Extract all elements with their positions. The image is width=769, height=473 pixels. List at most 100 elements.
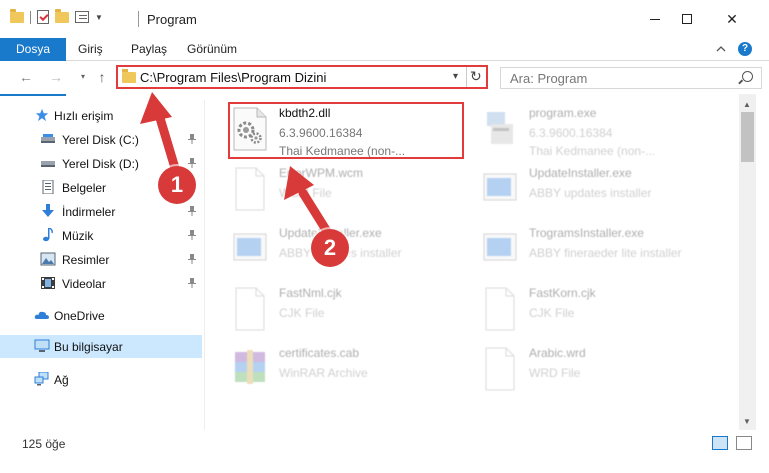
pin-icon[interactable] [188,278,196,288]
sidebar-item-pictures[interactable]: Resimler [0,248,202,271]
file-name: FastNml.cjk [279,286,342,300]
up-arrow-icon[interactable]: ↑ [94,69,110,85]
sidebar-item-this-pc[interactable]: Bu bilgisayar [0,335,202,358]
forward-arrow-icon[interactable]: → [48,69,64,85]
pin-icon[interactable] [188,230,196,240]
file-item-updateinstaller-exe[interactable]: UpdateInstaller.exe ABBY updates install… [481,164,731,222]
large-icons-view-icon[interactable] [736,436,752,450]
sidebar-item-music[interactable]: Müzik [0,224,202,247]
new-folder-icon[interactable] [55,8,69,23]
search-icon[interactable] [742,71,753,82]
sidebar-item-label: Yerel Disk (C:) [62,132,139,147]
title-separator [138,11,139,27]
file-name: program.exe [529,106,597,120]
cloud-icon [34,311,49,319]
file-version: 6.3.9600.16384 [529,126,613,140]
documents-icon [42,180,54,194]
minimize-icon [650,18,660,20]
file-type: WCM File [279,186,332,200]
file-item-fastkorn-cjk[interactable]: FastKorn.cjk CJK File [481,284,731,342]
download-icon [42,204,54,217]
file-item-updateinstaller-exe-2[interactable]: UpdateInstaller.exe ABBY updates install… [231,224,481,282]
search-box[interactable]: Ara: Program [500,67,762,89]
file-name: TrogramsInstaller.exe [529,226,644,240]
help-icon[interactable]: ? [738,42,752,56]
sidebar-item-onedrive[interactable]: OneDrive [0,304,202,327]
file-description: Thai Kedmanee (non-... [529,144,656,158]
sidebar-item-label: Ağ [54,372,69,387]
drive-icon [41,161,55,167]
refresh-icon[interactable]: ↻ [470,68,482,85]
file-type: ABBY fineraeder lite installer [529,246,682,260]
maximize-button[interactable] [664,0,710,38]
maximize-icon [682,14,692,24]
customize-dropdown-icon[interactable]: ▼ [95,13,103,22]
drive-icon [41,134,55,143]
file-item-errorwpm-wcm[interactable]: ErrorWPM.wcm WCM File [231,164,481,222]
generic-file-icon [485,347,515,391]
videos-icon [41,277,55,289]
separator [30,10,31,24]
quick-access-toolbar: ▼ [10,8,103,24]
file-item-certificates-cab[interactable]: certificates.cab WinRAR Archive [231,344,481,402]
address-dropdown-icon[interactable]: ▾ [453,71,458,82]
file-item-program-exe[interactable]: program.exe 6.3.9600.16384 Thai Kedmanee… [481,104,731,162]
address-bar[interactable]: C:\Program Files\Program Dizini ▾ ↻ [116,65,488,89]
ribbon-expand-chevron-icon[interactable] [716,44,726,54]
address-path[interactable]: C:\Program Files\Program Dizini [140,70,326,85]
sidebar-item-local-disk-c[interactable]: Yerel Disk (C:) [0,128,202,151]
folder-icon[interactable] [10,8,24,23]
file-type: WRD File [529,366,581,380]
sidebar-item-label: Müzik [62,228,94,243]
vertical-scrollbar[interactable]: ▲ ▼ [739,94,756,430]
title-bar: ▼ Program ✕ [0,0,769,38]
item-count: 125 öğe [22,437,66,451]
sidebar-item-videos[interactable]: Videolar [0,272,202,295]
archive-icon [235,350,265,384]
tab-share[interactable]: Paylaş [119,38,179,61]
pin-icon[interactable] [188,134,196,144]
sidebar-item-network[interactable]: Ağ [0,368,202,391]
file-type: ABBY updates installer [529,186,652,200]
status-bar: 125 öğe [0,430,769,473]
sidebar-item-label: Bu bilgisayar [54,339,123,354]
pin-icon[interactable] [188,206,196,216]
sidebar-item-label: Yerel Disk (D:) [62,156,139,171]
star-icon [35,108,49,122]
details-view-icon[interactable] [712,436,728,450]
file-item-trogramsinstaller-exe[interactable]: TrogramsInstaller.exe ABBY fineraeder li… [481,224,731,282]
scroll-up-arrow-icon[interactable]: ▲ [743,100,751,109]
step-badge-2: 2 [311,229,349,267]
navigation-bar: ← → ▾ ↑ C:\Program Files\Program Dizini … [0,61,769,94]
file-item-fastnml-cjk[interactable]: FastNml.cjk CJK File [231,284,481,342]
view-options-icon[interactable] [75,11,89,23]
file-name: certificates.cab [279,346,360,360]
pin-icon[interactable] [188,158,196,168]
search-input[interactable]: Ara: Program [510,71,587,86]
navigation-pane: Hızlı erişim Yerel Disk (C:) Yerel Disk … [0,100,205,430]
close-button[interactable]: ✕ [709,0,755,38]
installer-icon [483,173,517,201]
file-name: FastKorn.cjk [529,286,596,300]
pin-icon[interactable] [188,254,196,264]
sidebar-item-label: Videolar [62,276,106,291]
ribbon: Dosya Giriş Paylaş Görünüm ? [0,38,769,96]
installer-icon [233,233,267,261]
step-badge-1: 1 [158,166,196,204]
generic-file-icon [485,287,515,331]
window-title: Program [147,12,197,27]
sidebar-item-quick-access[interactable]: Hızlı erişim [0,104,202,127]
scroll-down-arrow-icon[interactable]: ▼ [743,417,751,426]
scrollbar-thumb[interactable] [741,112,754,162]
back-arrow-icon[interactable]: ← [18,69,34,85]
tab-view[interactable]: Görünüm [175,38,249,61]
recent-locations-dropdown-icon[interactable]: ▾ [75,69,91,85]
properties-check-icon[interactable] [37,10,49,24]
file-item-arabic-wrd[interactable]: Arabic.wrd WRD File [481,344,731,402]
music-icon [43,228,53,242]
file-type: WinRAR Archive [279,366,368,380]
generic-file-icon [235,167,265,211]
sidebar-item-label: İndirmeler [62,204,116,219]
sidebar-item-label: Belgeler [62,180,107,195]
tab-home[interactable]: Giriş [66,38,115,61]
